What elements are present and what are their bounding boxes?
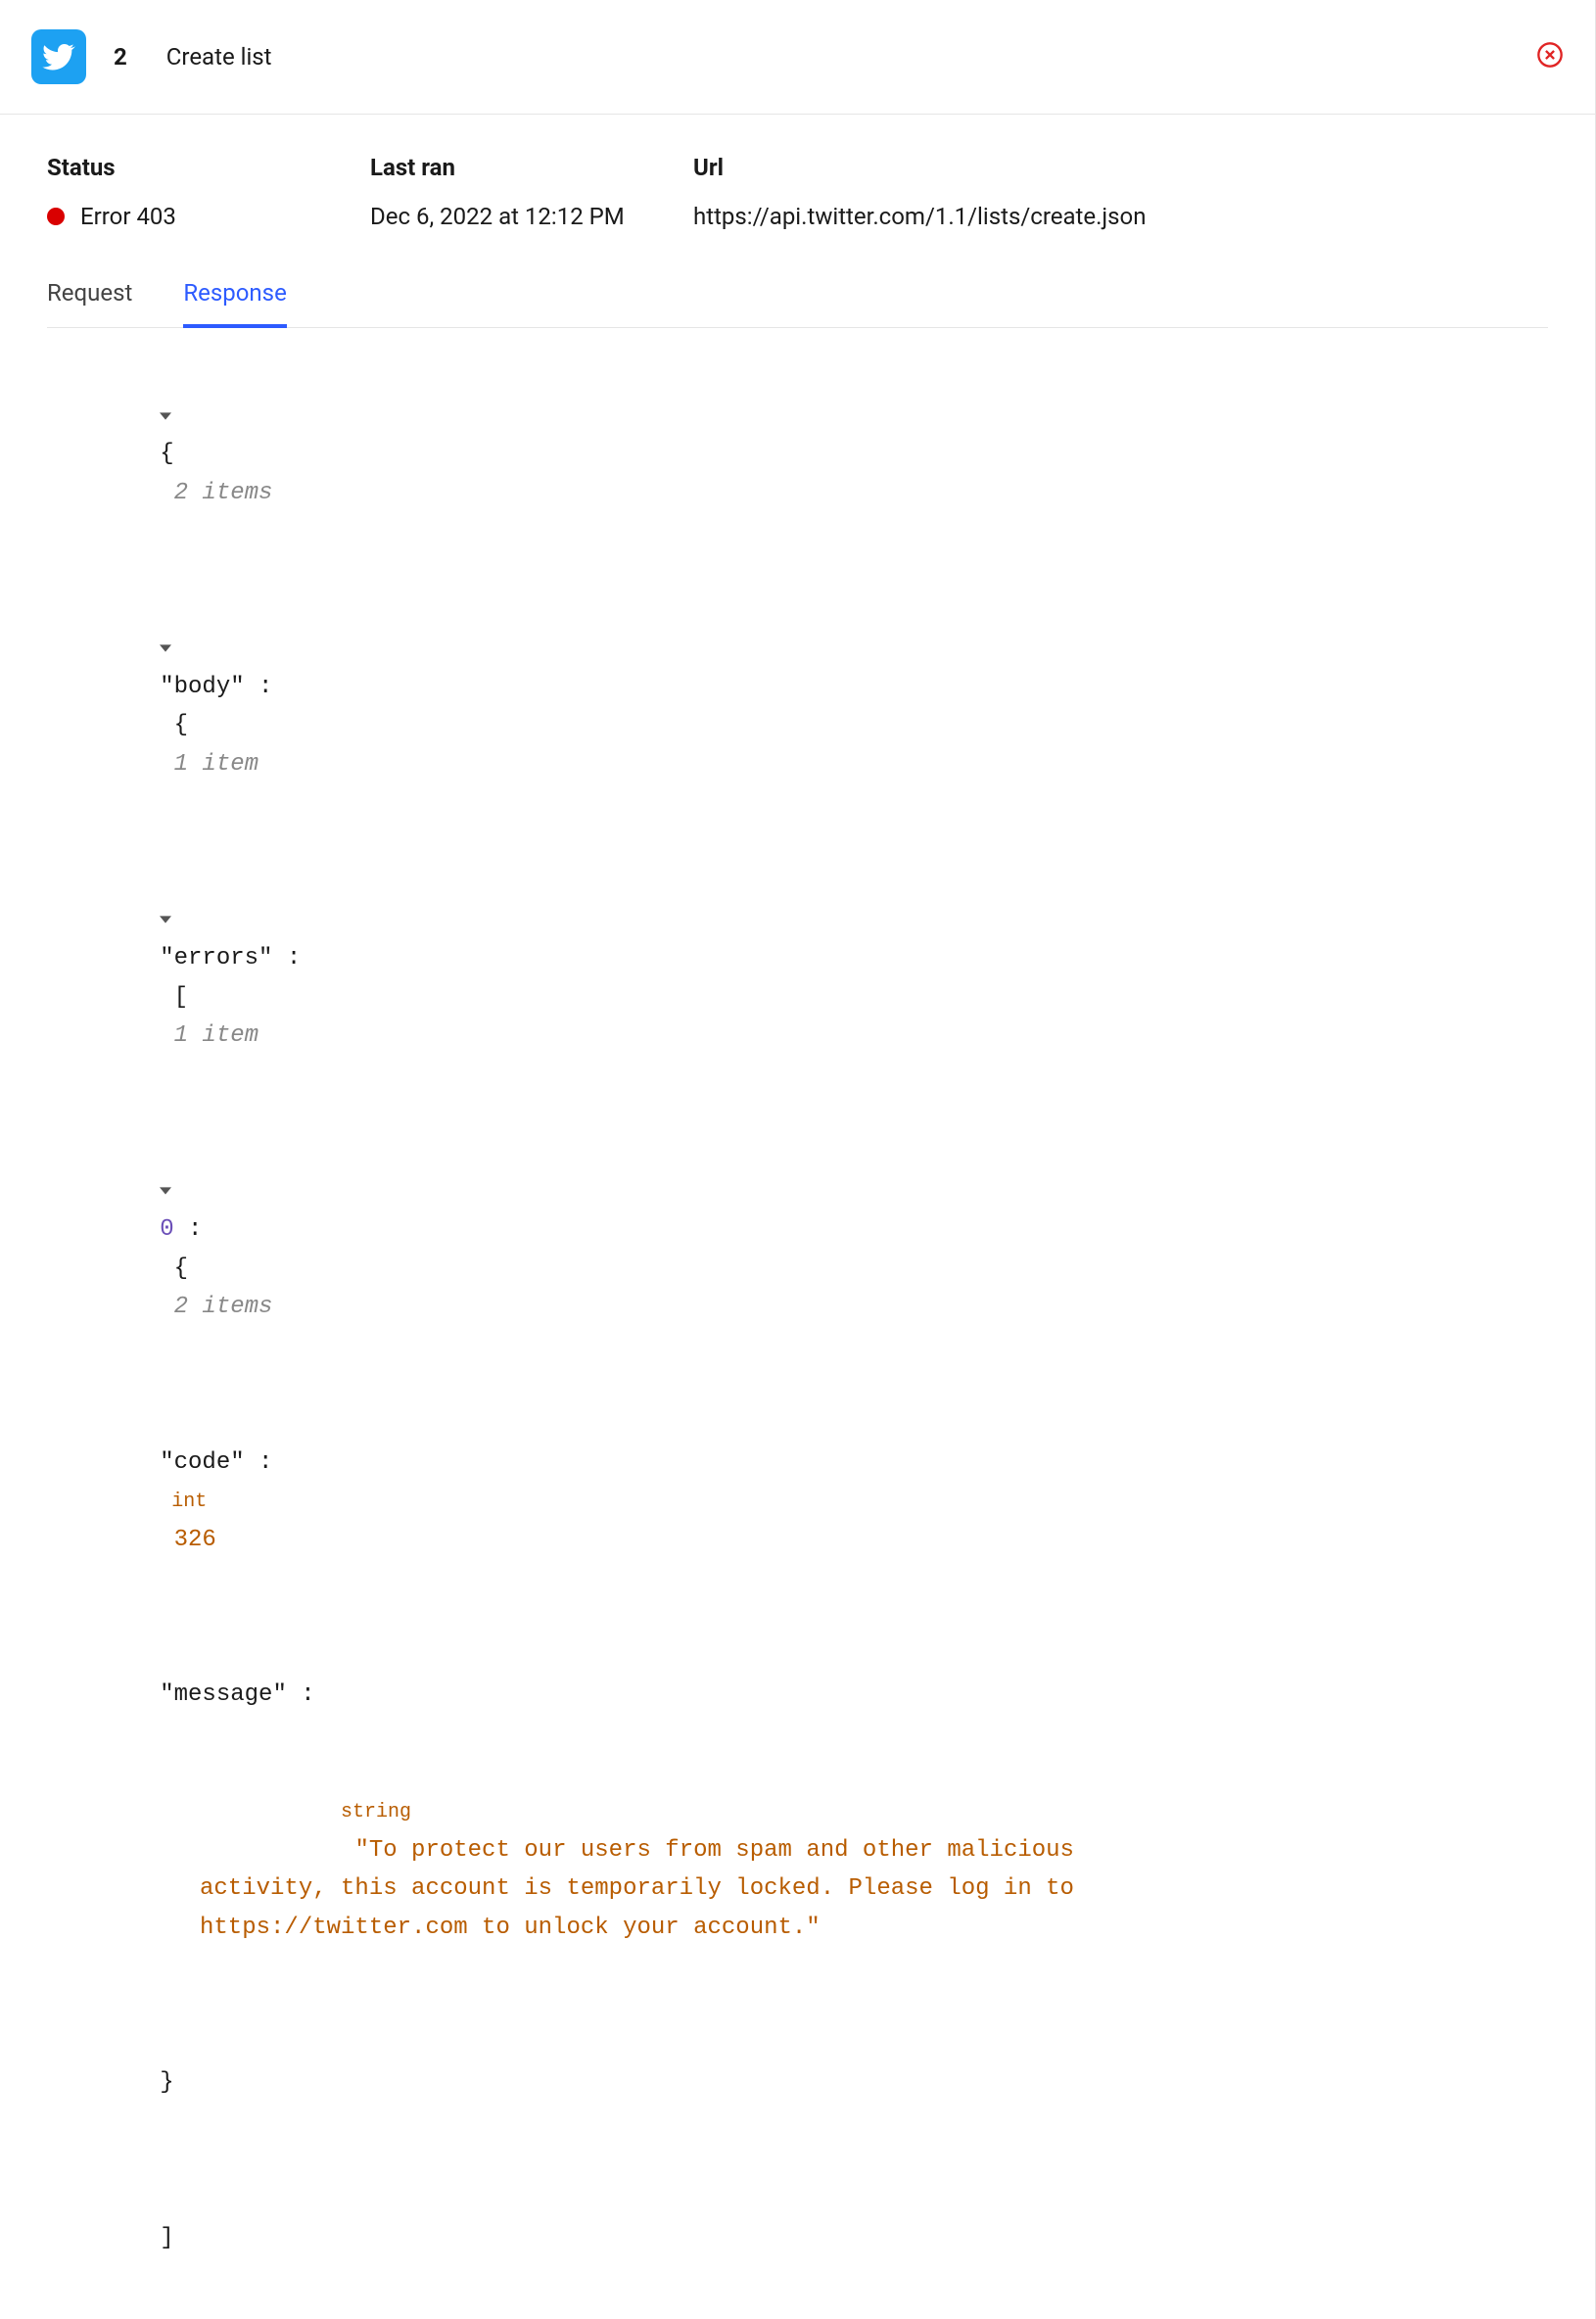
tab-response[interactable]: Response [183,279,286,328]
json-errors-close: ] [47,2141,1548,2295]
status-label: Status [47,154,370,181]
step-number: 2 [114,43,127,71]
json-message-val-line: string "To protect our users from spam a… [47,1753,1548,1986]
caret-body[interactable] [160,629,171,668]
status-value: Error 403 [47,203,370,230]
body-hint: 1 item [174,751,258,778]
code-value: 326 [174,1527,216,1553]
json-idx0-close: } [47,1986,1548,2141]
panel-header: 2 Create list [0,0,1595,115]
step-title: Create list [166,43,272,71]
chevron-down-icon [160,642,171,654]
lastran-label: Last ran [370,154,693,181]
meta-url: Url https://api.twitter.com/1.1/lists/cr… [693,154,1548,230]
panel-content: Status Error 403 Last ran Dec 6, 2022 at… [0,115,1595,2319]
colon: : [174,1216,203,1243]
root-hint: 2 items [174,480,273,506]
brace-open: { [160,441,173,467]
json-errors-open: "errors" : [ 1 item [47,823,1548,1094]
status-text: Error 403 [80,203,176,230]
colon: : [272,945,301,971]
colon: : [287,1681,315,1708]
message-key: "message" [160,1681,287,1708]
brace-open: { [174,1255,188,1282]
meta-row: Status Error 403 Last ran Dec 6, 2022 at… [47,154,1548,230]
idx0: 0 [160,1216,173,1243]
close-button[interactable] [1536,41,1564,72]
brace-close: } [160,2069,173,2096]
twitter-bird-icon [42,40,75,73]
lastran-value: Dec 6, 2022 at 12:12 PM [370,203,693,230]
errors-key: "errors" [160,945,272,971]
status-error-icon [47,208,65,225]
errors-hint: 1 item [174,1022,258,1049]
chevron-down-icon [160,914,171,925]
caret-idx0[interactable] [160,1171,171,1210]
tabs: Request Response [47,279,1548,328]
code-type: int [171,1491,207,1513]
body-key: "body" [160,674,244,700]
colon: : [245,1449,273,1476]
chevron-down-icon [160,1185,171,1197]
code-key: "code" [160,1449,244,1476]
brace-open: { [174,712,188,738]
json-root-open: { 2 items [47,357,1548,551]
meta-lastran: Last ran Dec 6, 2022 at 12:12 PM [370,154,693,230]
chevron-down-icon [160,410,171,422]
message-type: string [341,1801,411,1823]
tab-request[interactable]: Request [47,279,132,328]
close-icon [1536,41,1564,69]
caret-errors[interactable] [160,900,171,939]
caret-root[interactable] [160,397,171,436]
message-value: "To protect our users from spam and othe… [200,1837,1088,1941]
json-body-close: } [47,2296,1548,2319]
meta-status: Status Error 403 [47,154,370,230]
idx0-hint: 2 items [174,1294,273,1320]
json-body-open: "body" : { 1 item [47,551,1548,823]
json-idx0-open: 0 : { 2 items [47,1094,1548,1365]
json-tree: { 2 items "body" : { 1 item "errors" : [… [47,357,1548,2319]
url-label: Url [693,154,1548,181]
details-panel: 2 Create list Status Error 403 Last ran … [0,0,1596,2319]
bracket-close: ] [160,2225,173,2251]
bracket-open: [ [174,984,188,1011]
json-code-line: "code" : int 326 [47,1365,1548,1598]
url-value: https://api.twitter.com/1.1/lists/create… [693,203,1548,230]
colon: : [245,674,273,700]
json-message-key-line: "message" : [47,1598,1548,1753]
twitter-icon [31,29,86,84]
